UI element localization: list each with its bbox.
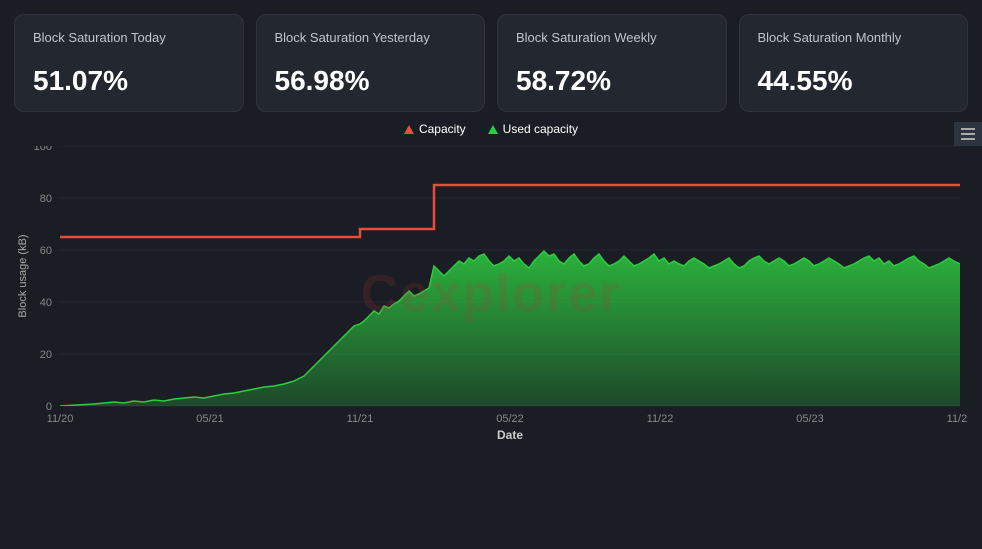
chart-svg: 100 80 60 40 20 0 Block usage (kB) 11/20… <box>14 146 968 441</box>
card-today-value: 51.07% <box>33 65 225 97</box>
card-today: Block Saturation Today 51.07% <box>14 14 244 112</box>
card-monthly-title: Block Saturation Monthly <box>758 29 950 47</box>
card-yesterday-value: 56.98% <box>275 65 467 97</box>
svg-text:80: 80 <box>40 193 52 205</box>
card-yesterday-title: Block Saturation Yesterday <box>275 29 467 47</box>
svg-text:05/23: 05/23 <box>796 413 824 425</box>
svg-text:0: 0 <box>46 401 52 413</box>
svg-text:20: 20 <box>40 349 52 361</box>
card-weekly: Block Saturation Weekly 58.72% <box>497 14 727 112</box>
card-monthly-value: 44.55% <box>758 65 950 97</box>
card-weekly-value: 58.72% <box>516 65 708 97</box>
svg-text:11/20: 11/20 <box>47 413 74 425</box>
capacity-label: Capacity <box>419 122 466 136</box>
svg-text:11/22: 11/22 <box>647 413 674 425</box>
svg-text:05/21: 05/21 <box>196 413 224 425</box>
capacity-icon <box>404 125 414 134</box>
top-cards-row: Block Saturation Today 51.07% Block Satu… <box>0 0 982 122</box>
svg-text:60: 60 <box>40 245 52 257</box>
card-monthly: Block Saturation Monthly 44.55% <box>739 14 969 112</box>
svg-text:40: 40 <box>40 297 52 309</box>
svg-text:Block usage (kB): Block usage (kB) <box>17 235 29 318</box>
legend-capacity: Capacity <box>404 122 466 136</box>
svg-text:11/23: 11/23 <box>947 413 968 425</box>
card-yesterday: Block Saturation Yesterday 56.98% <box>256 14 486 112</box>
used-capacity-icon <box>488 125 498 134</box>
used-capacity-label: Used capacity <box>503 122 578 136</box>
svg-text:Date: Date <box>497 428 523 441</box>
chart-menu-button[interactable] <box>954 122 982 146</box>
chart-container: Cexplorer 100 80 60 40 20 <box>14 146 968 441</box>
card-today-title: Block Saturation Today <box>33 29 225 47</box>
svg-text:11/21: 11/21 <box>347 413 374 425</box>
chart-legend: Capacity Used capacity <box>404 122 578 136</box>
svg-text:05/22: 05/22 <box>496 413 524 425</box>
chart-area: Capacity Used capacity Cexplorer <box>0 122 982 445</box>
legend-used-capacity: Used capacity <box>488 122 578 136</box>
card-weekly-title: Block Saturation Weekly <box>516 29 708 47</box>
svg-text:100: 100 <box>34 146 52 153</box>
